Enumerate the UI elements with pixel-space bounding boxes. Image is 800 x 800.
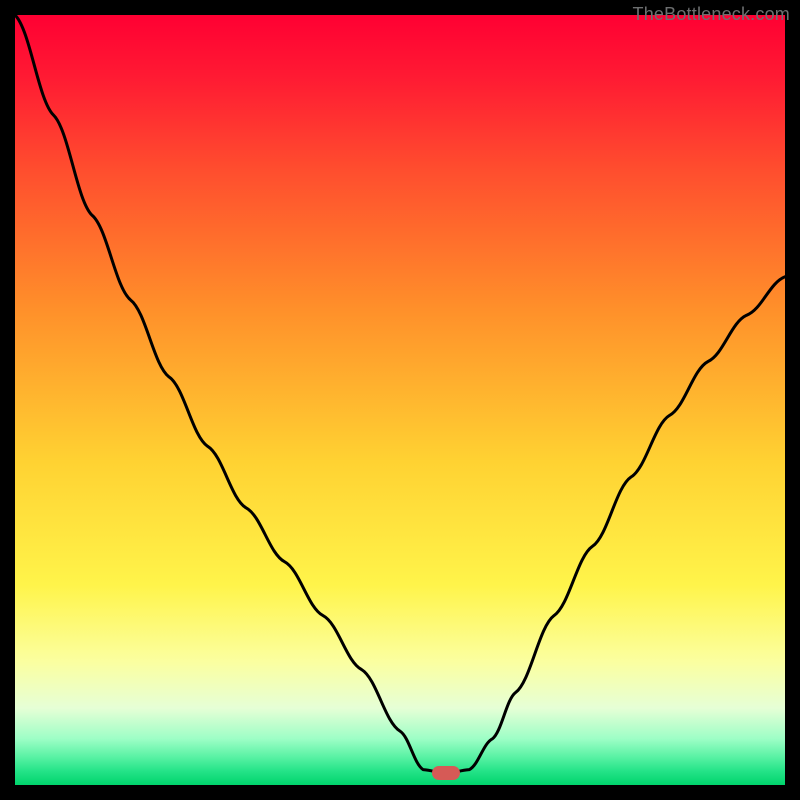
bottleneck-marker [432,766,460,780]
curve-svg [15,15,785,785]
plot-area [15,15,785,785]
bottleneck-curve [15,15,785,773]
watermark-text: TheBottleneck.com [633,4,790,25]
chart-frame: TheBottleneck.com [0,0,800,800]
